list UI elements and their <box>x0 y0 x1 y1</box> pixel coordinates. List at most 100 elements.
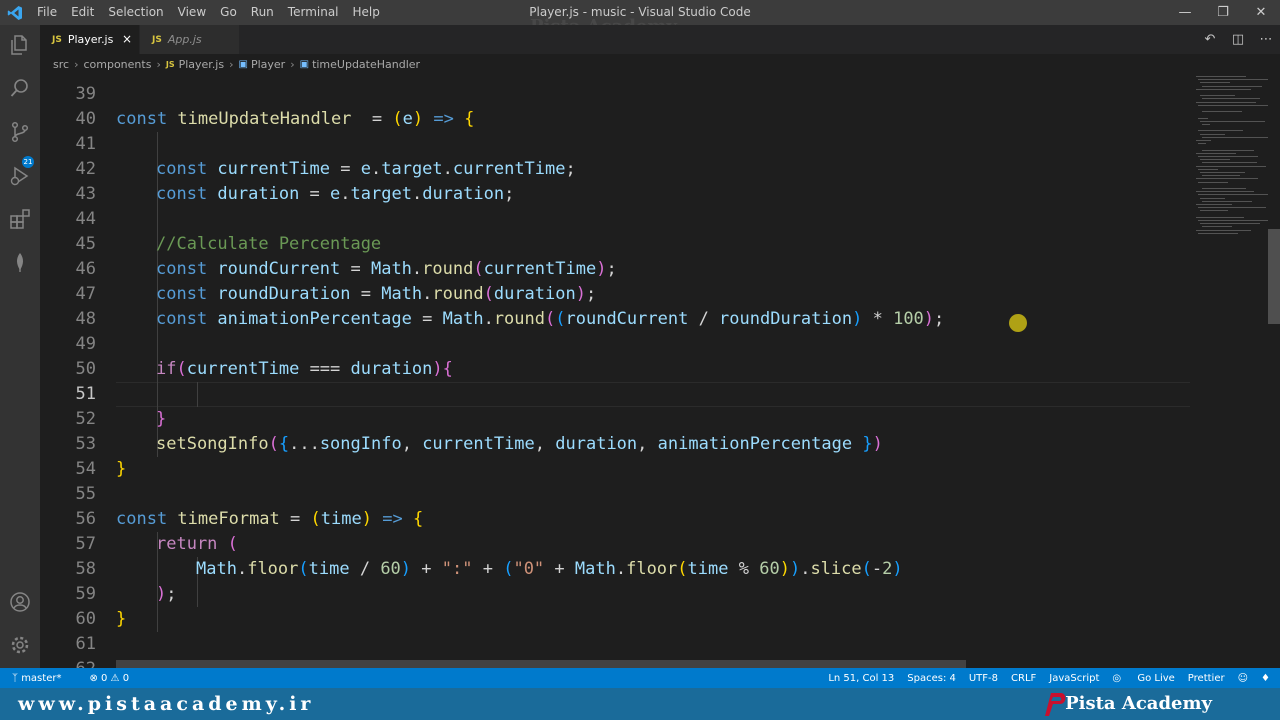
close-tab-icon[interactable]: × <box>122 32 132 46</box>
line-number: 59 <box>75 584 96 604</box>
js-file-icon: JS <box>152 34 162 45</box>
mongodb-icon[interactable] <box>8 250 32 274</box>
account-icon[interactable] <box>8 590 32 614</box>
menu-view[interactable]: View <box>171 0 213 25</box>
minimap-line <box>1198 168 1218 170</box>
minimap-line <box>1198 207 1266 209</box>
minimap-line <box>1202 200 1252 202</box>
line-number: 39 <box>75 84 96 104</box>
language-mode[interactable]: JavaScript <box>1049 673 1099 684</box>
settings-gear-icon[interactable] <box>8 633 32 657</box>
chevron-right-icon: › <box>74 57 79 71</box>
minimap-line <box>1198 104 1273 106</box>
code-line: const timeUpdateHandler = (e) => { <box>116 109 475 129</box>
minimap-line <box>1198 156 1258 157</box>
search-icon[interactable] <box>8 76 32 100</box>
editor-tabs: JS Player.js × JS App.js ↶ ◫ ⋯ <box>40 25 1280 54</box>
breadcrumb-src[interactable]: src <box>53 58 69 71</box>
breadcrumb-function[interactable]: timeUpdateHandler <box>312 58 420 71</box>
code-line: } <box>116 609 127 629</box>
banner-url: www.pistaacademy.ir <box>18 693 315 715</box>
minimap-line <box>1202 149 1254 151</box>
line-number: 55 <box>75 484 96 504</box>
split-editor-icon[interactable]: ◫ <box>1224 32 1252 47</box>
menu-help[interactable]: Help <box>346 0 387 25</box>
extensions-icon[interactable] <box>8 207 32 231</box>
more-actions-icon[interactable]: ⋯ <box>1252 32 1280 47</box>
open-changes-icon[interactable]: ↶ <box>1196 32 1224 47</box>
minimap-line <box>1200 159 1230 161</box>
encoding[interactable]: UTF-8 <box>969 673 998 684</box>
menu-terminal[interactable]: Terminal <box>281 0 346 25</box>
minimap-line <box>1198 79 1268 81</box>
indent-guide <box>197 382 198 407</box>
code-line: setSongInfo({...songInfo, currentTime, d… <box>156 434 883 454</box>
code-line: const timeFormat = (time) => { <box>116 509 424 529</box>
menu-file[interactable]: File <box>30 0 64 25</box>
menu-bar: File Edit Selection View Go Run Terminal… <box>30 0 387 25</box>
chevron-right-icon: › <box>229 57 234 71</box>
line-number: 58 <box>75 559 96 579</box>
minimap-line <box>1200 82 1230 84</box>
line-number: 42 <box>75 159 96 179</box>
menu-edit[interactable]: Edit <box>64 0 101 25</box>
horizontal-scrollbar[interactable] <box>116 660 966 668</box>
minimap-line <box>1196 216 1244 218</box>
minimap-line <box>1202 98 1260 100</box>
minimap-line <box>1200 210 1228 212</box>
breadcrumb-file[interactable]: Player.js <box>179 58 225 71</box>
notifications-bell-icon[interactable]: ♦ <box>1261 673 1270 684</box>
line-number: 53 <box>75 434 96 454</box>
line-number: 57 <box>75 534 96 554</box>
minimap[interactable] <box>1190 74 1273 668</box>
indentation[interactable]: Spaces: 4 <box>907 673 956 684</box>
prettier-status[interactable]: Prettier <box>1188 673 1225 684</box>
close-window-button[interactable]: ✕ <box>1242 0 1280 25</box>
line-number: 46 <box>75 259 96 279</box>
line-number: 62 <box>40 657 96 668</box>
minimap-line <box>1196 101 1256 103</box>
code-line: if(currentTime === duration){ <box>156 359 453 379</box>
tab-app-js[interactable]: JS App.js <box>140 25 239 54</box>
restore-button[interactable]: ❐ <box>1204 0 1242 25</box>
breadcrumb: src › components › JS Player.js › ▣ Play… <box>40 54 1190 74</box>
mouse-cursor-highlight <box>1009 314 1027 332</box>
minimap-line <box>1198 232 1238 234</box>
feedback-icon[interactable]: ☺ <box>1238 673 1248 684</box>
minimap-line <box>1202 85 1262 87</box>
git-branch[interactable]: ᛉ master* <box>12 673 75 684</box>
run-debug-icon[interactable] <box>8 164 32 188</box>
code-editor[interactable]: 39 40 41 42 43 44 45 46 47 48 49 50 51 52 53 54 55 56 57 58… <box>40 74 1190 668</box>
problems-indicator[interactable]: ⊗ 0 ⚠ 0 <box>89 673 129 684</box>
vscode-logo-icon <box>0 0 30 25</box>
line-ending[interactable]: CRLF <box>1011 673 1036 684</box>
chevron-right-icon: › <box>290 57 295 71</box>
scrollbar-thumb[interactable] <box>1268 229 1280 324</box>
source-control-icon[interactable] <box>8 120 32 144</box>
code-line: return ( <box>156 534 238 554</box>
minimap-line <box>1198 130 1243 132</box>
line-number: 43 <box>75 184 96 204</box>
minimap-line <box>1196 204 1232 205</box>
minimap-line <box>1200 133 1225 135</box>
minimap-line <box>1196 229 1251 231</box>
explorer-icon[interactable] <box>8 33 32 57</box>
minimap-line <box>1198 181 1228 183</box>
minimize-button[interactable]: — <box>1166 0 1204 25</box>
line-number: 52 <box>75 409 96 429</box>
code-line: const animationPercentage = Math.round((… <box>156 309 945 329</box>
minimap-line <box>1198 143 1206 145</box>
breadcrumb-components[interactable]: components <box>83 58 151 71</box>
breadcrumb-player[interactable]: Player <box>251 58 285 71</box>
tab-player-js[interactable]: JS Player.js × <box>40 25 139 54</box>
vertical-scrollbar[interactable] <box>1268 74 1280 668</box>
menu-go[interactable]: Go <box>213 0 244 25</box>
menu-run[interactable]: Run <box>244 0 281 25</box>
editor-actions: ↶ ◫ ⋯ <box>1196 25 1280 54</box>
watermark-banner: www.pistaacademy.ir Pista Academy <box>0 688 1280 720</box>
cursor-position[interactable]: Ln 51, Col 13 <box>828 673 894 684</box>
go-live-button[interactable]: ◎ Go Live <box>1112 673 1174 684</box>
menu-selection[interactable]: Selection <box>101 0 170 25</box>
line-number: 45 <box>75 234 96 254</box>
minimap-line <box>1202 111 1242 113</box>
